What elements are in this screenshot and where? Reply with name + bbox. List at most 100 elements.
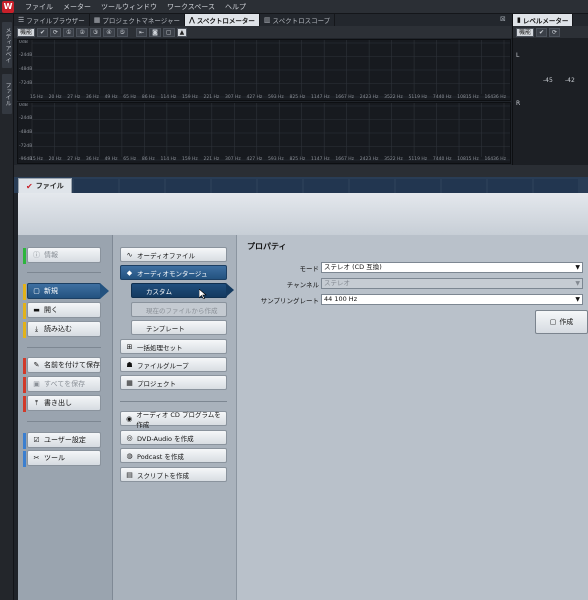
mouse-cursor-icon (199, 289, 207, 299)
ribbon-tab-slot[interactable] (441, 179, 486, 193)
color-bar-red (23, 358, 26, 374)
template-button[interactable]: テンプレート (131, 320, 227, 335)
save-all-button[interactable]: ▣ すべてを保存 (23, 376, 101, 393)
import-button[interactable]: ⤓ 読み込む (23, 321, 101, 338)
tab-spectrometer[interactable]: ⋀ スペクトロメーター (184, 14, 260, 26)
db-label: -24dB (19, 53, 33, 58)
menu-file[interactable]: ファイル (20, 2, 58, 12)
cd-program-button[interactable]: ◉ オーディオ CD プログラムを作成 (120, 411, 227, 429)
channel-select[interactable]: ステレオ ▼ (321, 278, 583, 289)
samplerate-label: サンプリングレート (260, 297, 319, 305)
tab-spectroscope[interactable]: ▥ スペクトロスコープ (260, 14, 336, 26)
properties-panel: プロパティ モード ステレオ (CD 互換) ▼ チャンネル ステレオ ▼ サンプリ… (236, 235, 588, 600)
preset-5-icon[interactable]: ⑤ (116, 27, 129, 37)
audio-montage-button[interactable]: ◆ オーディオモンタージュ (120, 265, 227, 280)
ribbon-tab-slot[interactable] (165, 179, 210, 193)
ribbon-tab-slot[interactable] (487, 179, 532, 193)
freq-label: 15 Hz (30, 157, 43, 162)
custom-button[interactable]: カスタム (131, 283, 234, 298)
channel-right-label: R (516, 100, 521, 107)
ribbon-tab-slot[interactable] (73, 179, 118, 193)
check-icon[interactable]: ✔ (536, 27, 548, 37)
from-current-file-button[interactable]: 現在のファイルから作成 (131, 302, 227, 317)
ribbon-tab-slot[interactable] (211, 179, 256, 193)
level-icon: ▮ (517, 16, 521, 24)
audio-file-button[interactable]: ∿ オーディオファイル (120, 247, 227, 262)
menu-icon: ☰ (18, 16, 25, 24)
info-button[interactable]: ⓘ 情報 (23, 247, 101, 264)
save-as-button[interactable]: ✎ 名前を付けて保存 (23, 357, 101, 374)
preset-3-icon[interactable]: ③ (89, 27, 102, 37)
color-bar-yellow (23, 303, 26, 319)
menu-meter[interactable]: メーター (58, 2, 96, 12)
podcast-button[interactable]: ◍ Podcast を作成 (120, 448, 227, 463)
ribbon-tab-slot[interactable] (349, 179, 394, 193)
freq-label: 427 Hz (246, 95, 263, 100)
freq-label: 36 Hz (85, 95, 99, 100)
project-button[interactable]: ▦ プロジェクト (120, 375, 227, 390)
dock-tab-media-bay[interactable]: メディアベイ (2, 22, 12, 68)
freq-label: 825 Hz (289, 157, 306, 162)
preset-4-icon[interactable]: ④ (103, 27, 115, 37)
function-menu-button[interactable]: 機能 (17, 27, 36, 37)
tab-level-meter[interactable]: ▮ レベルメーター (513, 14, 574, 26)
freq-label: 221 Hz (203, 157, 220, 162)
tools-icon: ✂ (33, 454, 40, 462)
open-button[interactable]: ▬ 開く (23, 302, 101, 319)
image-icon[interactable]: ▲ (176, 27, 188, 37)
freq-label: 3522 Hz (384, 95, 403, 100)
ribbon-tab-slot[interactable] (533, 179, 578, 193)
ribbon-tab-slot[interactable] (303, 179, 348, 193)
file-group-button[interactable]: ☗ ファイルグループ (120, 357, 227, 372)
camera-icon[interactable]: ◙ (149, 27, 161, 37)
app-logo-icon: ✔ (26, 181, 33, 191)
new-button[interactable]: ▢ 新規 (23, 283, 109, 300)
panel-options-icon[interactable]: ⊠ (500, 15, 506, 23)
grid-icon: ▦ (93, 16, 101, 24)
freq-label: 7440 Hz (432, 157, 452, 162)
color-bar-yellow (23, 322, 26, 338)
script-button[interactable]: ▤ スクリプトを作成 (120, 467, 227, 482)
peak-value-right: -42 (565, 77, 575, 84)
level-tab-bar: ▮ レベルメーター (513, 14, 588, 26)
dock-tab-file[interactable]: ファイル (2, 74, 12, 114)
tab-file[interactable]: ✔ ファイル (18, 178, 72, 193)
menu-tool-window[interactable]: ツールウィンドウ (96, 2, 162, 12)
menu-help[interactable]: ヘルプ (220, 2, 251, 12)
freq-label: 1667 Hz (335, 95, 354, 100)
backstage-panel: ⓘ 情報 ▢ 新規 ▬ 開く ⤓ 読み込む ✎ 名前を付けて保存 ▣ すべてを保存 ⤒ 書き出… (18, 235, 588, 600)
ribbon-tab-slot[interactable] (257, 179, 302, 193)
samplerate-select[interactable]: 44 100 Hz ▼ (321, 294, 583, 305)
user-settings-button[interactable]: ☑ ユーザー設定 (23, 432, 101, 449)
preset-2-icon[interactable]: ② (76, 27, 88, 37)
export-button[interactable]: ⤒ 書き出し (23, 395, 101, 412)
color-bar-red (23, 377, 26, 393)
tools-button[interactable]: ✂ ツール (23, 450, 101, 467)
create-button[interactable]: ▢ 作成 (535, 310, 588, 334)
save-as-icon: ✎ (33, 361, 40, 369)
menu-workspace[interactable]: ワークスペース (162, 2, 220, 12)
freq-label: 2423 Hz (359, 157, 379, 162)
preset-1-icon[interactable]: ① (63, 27, 75, 37)
batch-set-button[interactable]: ⊞ 一括処理セット (120, 339, 227, 354)
divider (27, 272, 101, 273)
freq-label: 36 Hz (85, 157, 99, 162)
ribbon-tab-slot[interactable] (395, 179, 440, 193)
refresh-icon[interactable]: ⟳ (50, 27, 62, 37)
channel-row: チャンネル ステレオ ▼ (237, 278, 588, 289)
freq-label: 27 Hz (67, 95, 81, 100)
jump-start-icon[interactable]: ⇤ (136, 27, 148, 37)
tab-project-manager[interactable]: ▦ プロジェクトマネージャー (90, 14, 185, 26)
dvd-audio-button[interactable]: ◎ DVD-Audio を作成 (120, 430, 227, 445)
tab-file-browser[interactable]: ☰ ファイルブラウザー (14, 14, 90, 26)
check-icon[interactable]: ✔ (37, 27, 49, 37)
freq-label: 5119 Hz (408, 95, 428, 100)
refresh-icon[interactable]: ⟳ (549, 27, 561, 37)
lock-icon[interactable]: ▢ (162, 27, 175, 37)
freq-label: 3522 Hz (384, 157, 403, 162)
level-function-button[interactable]: 機能 (516, 27, 535, 37)
left-dock-strip: メディアベイ ファイル (0, 14, 14, 600)
mode-select[interactable]: ステレオ (CD 互換) ▼ (321, 262, 583, 273)
freq-label: 10815 Hz (457, 157, 479, 162)
ribbon-tab-slot[interactable] (119, 179, 164, 193)
